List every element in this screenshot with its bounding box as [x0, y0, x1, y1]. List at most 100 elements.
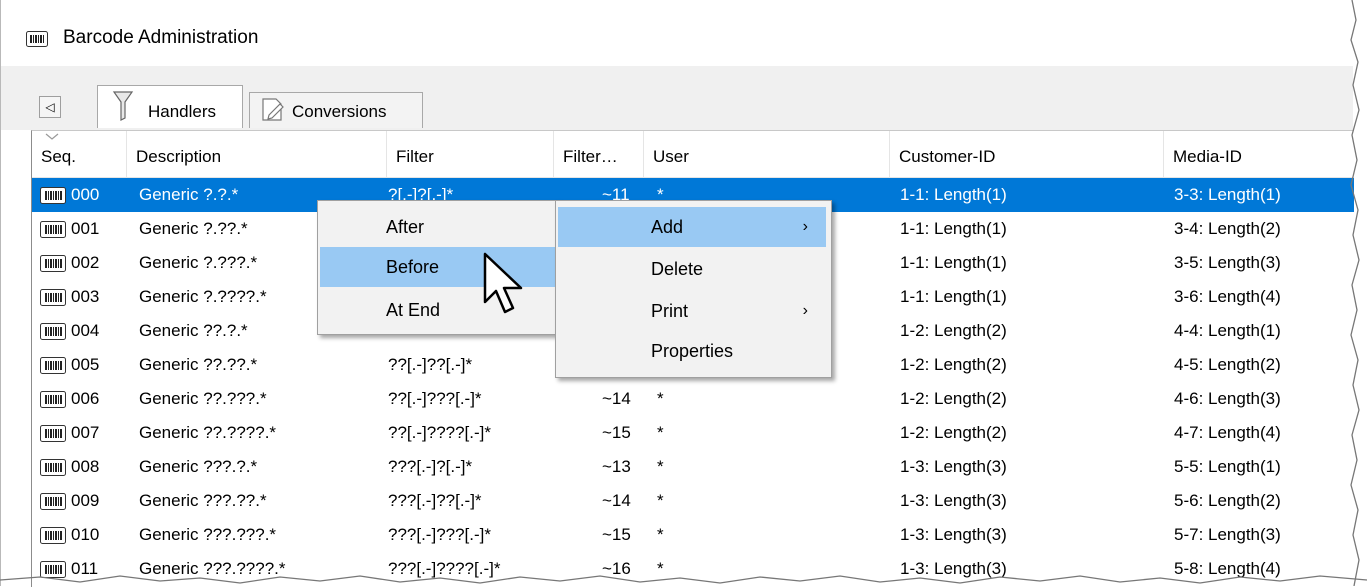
cell-media: 3-5: Length(3) — [1174, 253, 1281, 272]
menu-item-delete[interactable]: Delete — [558, 249, 826, 289]
window-title: Barcode Administration — [63, 27, 259, 48]
title-bar: Barcode Administration — [1, 0, 1353, 67]
cell-filter: ???[.-]?[.-]* — [388, 457, 473, 476]
cell-user: * — [657, 491, 664, 510]
context-menu: Add › Delete Print › Properties — [555, 200, 832, 378]
cell-customer: 1-1: Length(1) — [900, 185, 1007, 204]
column-header-seq[interactable]: Seq. — [32, 131, 127, 177]
cell-seq: 004 — [71, 321, 100, 340]
cell-media: 5-6: Length(2) — [1174, 491, 1281, 510]
cell-media: 4-4: Length(1) — [1174, 321, 1281, 340]
cell-user: * — [657, 457, 664, 476]
cell-flen: ~13 — [602, 457, 631, 476]
barcode-icon — [40, 357, 66, 374]
cell-media: 3-6: Length(4) — [1174, 287, 1281, 306]
cell-customer: 1-3: Length(3) — [900, 525, 1007, 544]
cell-customer: 1-2: Length(2) — [900, 355, 1007, 374]
barcode-icon — [40, 459, 66, 476]
cell-user: * — [657, 389, 664, 408]
cell-flen: ~15 — [602, 525, 631, 544]
cell-seq: 009 — [71, 491, 100, 510]
table-header: Seq. Description Filter Filter… User Cus… — [32, 131, 1354, 178]
menu-item-print[interactable]: Print › — [558, 291, 826, 331]
tab-conversions[interactable]: Conversions — [249, 92, 423, 128]
cell-user: * — [657, 423, 664, 442]
submenu-item-label: After — [386, 217, 425, 237]
column-header-media-id[interactable]: Media-ID — [1164, 131, 1354, 177]
cell-user: * — [657, 525, 664, 544]
barcode-icon — [40, 527, 66, 544]
column-header-filter-length[interactable]: Filter… — [554, 131, 644, 177]
column-header-customer-id[interactable]: Customer-ID — [890, 131, 1164, 177]
table-row[interactable]: 009 Generic ???.??.* ???[.-]??[.-]* ~14 * 1-3… — [32, 484, 1354, 518]
menu-item-properties[interactable]: Properties — [558, 331, 826, 371]
barcode-icon — [40, 425, 66, 442]
submenu-item-after[interactable]: After — [320, 207, 555, 247]
cell-description: Generic ??.??.* — [139, 355, 258, 374]
cell-seq: 002 — [71, 253, 100, 272]
cell-media: 5-5: Length(1) — [1174, 457, 1281, 476]
table-row[interactable]: 007 Generic ??.????.* ??[.-]????[.-]* ~15 * 1… — [32, 416, 1354, 450]
column-header-description[interactable]: Description — [127, 131, 387, 177]
cell-customer: 1-2: Length(2) — [900, 321, 1007, 340]
cell-filter: ??[.-]???[.-]* — [388, 389, 482, 408]
barcode-icon — [26, 31, 48, 47]
cell-seq: 008 — [71, 457, 100, 476]
cell-seq: 007 — [71, 423, 100, 442]
cell-filter: ???[.-]??[.-]* — [388, 491, 482, 510]
barcode-icon — [40, 255, 66, 272]
cell-customer: 1-3: Length(3) — [900, 491, 1007, 510]
cell-customer: 1-1: Length(1) — [900, 219, 1007, 238]
cell-seq: 000 — [71, 185, 100, 204]
cell-description: Generic ??.????.* — [139, 423, 277, 442]
cell-description: Generic ?.????.* — [139, 287, 267, 306]
cell-customer: 1-2: Length(2) — [900, 423, 1007, 442]
funnel-icon — [112, 91, 134, 121]
menu-item-add[interactable]: Add › — [558, 207, 826, 247]
edit-page-icon — [262, 98, 284, 121]
cell-customer: 1-1: Length(1) — [900, 287, 1007, 306]
tab-handlers-label: Handlers — [148, 102, 217, 121]
submenu-item-label: At End — [386, 300, 441, 320]
cell-filter: ??[.-]??[.-]* — [388, 355, 473, 374]
menu-item-label: Properties — [651, 341, 734, 361]
cell-seq: 006 — [71, 389, 100, 408]
chevron-right-icon: › — [802, 302, 808, 319]
barcode-icon — [40, 221, 66, 238]
tab-conversions-label: Conversions — [292, 102, 387, 121]
cell-media: 4-6: Length(3) — [1174, 389, 1281, 408]
cell-description: Generic ?.???.* — [139, 253, 258, 272]
cell-media: 5-7: Length(3) — [1174, 525, 1281, 544]
cell-description: Generic ?.?.* — [139, 185, 239, 204]
cell-seq: 003 — [71, 287, 100, 306]
barcode-icon — [40, 289, 66, 306]
tab-scroll-left-button[interactable]: ◁ — [39, 96, 61, 118]
cell-flen: ~15 — [602, 423, 631, 442]
cell-description: Generic ???.???.* — [139, 525, 277, 544]
table-row[interactable]: 008 Generic ???.?.* ???[.-]?[.-]* ~13 * 1-3: … — [32, 450, 1354, 484]
cell-description: Generic ???.??.* — [139, 491, 267, 510]
cell-media: 3-3: Length(1) — [1174, 185, 1281, 204]
cell-customer: 1-1: Length(1) — [900, 253, 1007, 272]
table-row[interactable]: 010 Generic ???.???.* ???[.-]???[.-]* ~15 * 1… — [32, 518, 1354, 552]
cell-filter: ???[.-]???[.-]* — [388, 525, 492, 544]
barcode-icon — [40, 493, 66, 510]
cell-seq: 005 — [71, 355, 100, 374]
column-header-filter[interactable]: Filter — [387, 131, 554, 177]
cell-description: Generic ??.???.* — [139, 389, 267, 408]
barcode-icon — [40, 391, 66, 408]
table-row[interactable]: 006 Generic ??.???.* ??[.-]???[.-]* ~14 * 1-2… — [32, 382, 1354, 416]
cell-flen: ~14 — [602, 491, 631, 510]
cell-description: Generic ??.?.* — [139, 321, 248, 340]
menu-item-label: Print — [651, 301, 689, 321]
cell-description: Generic ???.?.* — [139, 457, 258, 476]
tab-handlers[interactable]: Handlers — [97, 85, 243, 128]
menu-item-label: Delete — [651, 259, 704, 279]
mouse-cursor-icon — [483, 252, 523, 314]
cell-seq: 001 — [71, 219, 100, 238]
column-header-user[interactable]: User — [644, 131, 890, 177]
barcode-administration-window: Barcode Administration ◁ Handlers Conver… — [0, 0, 1354, 587]
cell-description: Generic ?.??.* — [139, 219, 248, 238]
cell-media: 4-7: Length(4) — [1174, 423, 1281, 442]
cell-media: 4-5: Length(2) — [1174, 355, 1281, 374]
